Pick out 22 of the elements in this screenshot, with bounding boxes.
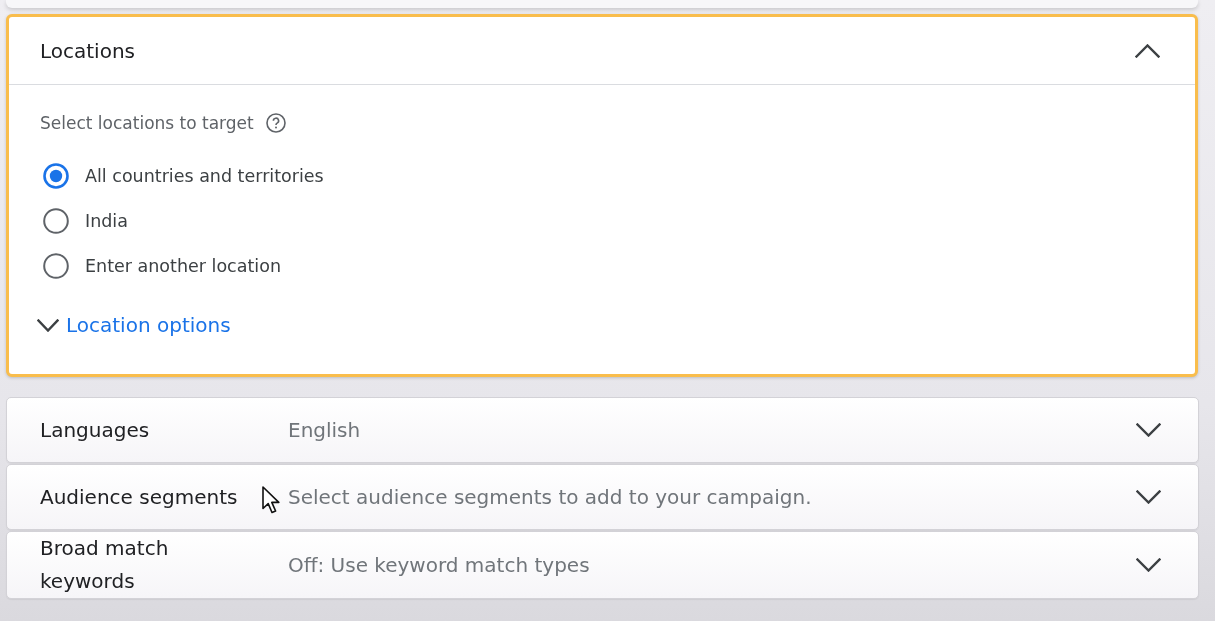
- chevron-down-icon[interactable]: [1136, 490, 1161, 504]
- row-value: English: [288, 416, 362, 444]
- radio-label: India: [85, 210, 128, 231]
- row-value: Select audience segments to add to your campaign.: [288, 483, 813, 511]
- prompt-text: Select locations to target: [40, 112, 254, 134]
- mouse-pointer-icon: [262, 486, 280, 514]
- radio-button[interactable]: [43, 252, 69, 279]
- chevron-down-icon[interactable]: [1136, 558, 1161, 572]
- radio-label: All countries and territories: [85, 165, 324, 186]
- card-title: Locations: [40, 38, 136, 63]
- chevron-down-icon[interactable]: [37, 318, 59, 332]
- location-options-link[interactable]: Location options: [37, 310, 231, 340]
- chevron-down-icon[interactable]: [1136, 423, 1161, 437]
- help-icon[interactable]: [265, 113, 286, 133]
- radio-label: Enter another location: [85, 255, 281, 276]
- radio-button[interactable]: [43, 207, 69, 234]
- radio-button[interactable]: [43, 162, 69, 189]
- row-label: Languages: [40, 416, 151, 444]
- row-value: Off: Use keyword match types: [288, 551, 591, 579]
- chevron-up-icon[interactable]: [1135, 43, 1160, 58]
- row-label: Broad match keywords: [40, 535, 170, 595]
- row-label: Audience segments: [40, 483, 239, 511]
